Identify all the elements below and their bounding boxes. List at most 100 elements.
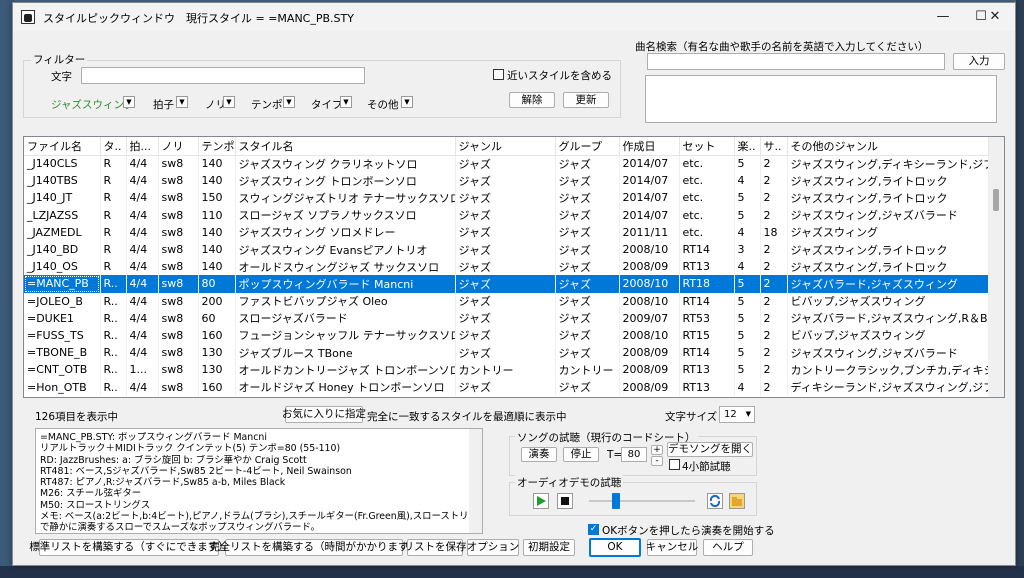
help-button[interactable]: ヘルプ — [703, 539, 753, 556]
open-demo-song-button[interactable]: デモソングを開く — [667, 442, 753, 457]
table-row[interactable]: =DUKE1 R.. 4/4 sw8 60 スロージャズバラード ジャズ ジャズ 2009/07… — [24, 309, 989, 327]
type-dropdown[interactable]: ▼ — [340, 96, 352, 108]
column-header[interactable]: ファイル名 — [24, 137, 101, 156]
genre-dropdown[interactable]: ▼ — [123, 96, 135, 108]
table-row[interactable]: _J140_JT R 4/4 sw8 150 スウィングジャズトリオ テナーサックスソロジ… — [24, 189, 989, 207]
build-standard-list-button[interactable]: 標準リストを構築する（すぐにできます） — [29, 539, 229, 556]
table-cell: 4/4 — [126, 309, 159, 327]
table-cell: ジャズスウィング,ライトロック — [787, 240, 989, 259]
table-scrollbar[interactable] — [989, 137, 1004, 397]
similar-style-checkbox[interactable] — [493, 69, 504, 80]
table-cell: カントリークラシック,ブンチカ,ディキシーラ... — [787, 361, 989, 379]
table-cell: RT13 — [679, 361, 735, 379]
table-row[interactable]: _J140CLS R 4/4 sw8 140 ジャズスウィング クラリネットソロ ジャズ ジャ… — [24, 155, 989, 173]
time-filter-label: 拍子 — [153, 99, 174, 111]
close-button[interactable]: ✕ — [975, 3, 1015, 31]
song-search-input[interactable] — [647, 53, 945, 70]
save-list-button[interactable]: リストを保存 — [404, 539, 467, 556]
defaults-button[interactable]: 初期設定 — [523, 539, 575, 556]
stop-song-button[interactable]: 停止 — [563, 447, 599, 462]
column-header[interactable]: ノリ — [158, 137, 199, 156]
table-row[interactable]: =MANC_PB R.. 4/4 sw8 80 ポップスウィングバラード Mancni ジャ… — [24, 275, 989, 293]
table-row[interactable]: =TBONE_B R.. 4/4 sw8 130 ジャズブルース TBone ジャズ ジャズ 2… — [24, 344, 989, 362]
table-cell: 4/4 — [126, 258, 159, 276]
table-cell: R — [100, 206, 127, 224]
ok-play-label: OKボタンを押したら演奏を開始する — [602, 525, 775, 537]
info-scrollbar[interactable] — [469, 429, 482, 533]
audio-progress-track[interactable] — [589, 500, 695, 502]
table-row[interactable]: _J140_BD R 4/4 sw8 140 ジャズスウィング Evansピアノトリオ ジャ… — [24, 240, 989, 259]
audio-progress-thumb[interactable] — [612, 493, 620, 509]
favorite-button[interactable]: お気に入りに指定 — [282, 406, 366, 423]
ok-play-checkbox[interactable]: ✓ — [588, 524, 599, 535]
table-row[interactable]: _LZJAZSS R 4/4 sw8 110 スロージャズ ソプラノサックスソロ ジャズ ジャ… — [24, 206, 989, 224]
table-cell: 18 — [760, 223, 788, 241]
column-header[interactable]: タ.. — [100, 137, 127, 156]
table-cell: 2014/07 — [619, 189, 680, 207]
options-button[interactable]: オプション — [467, 539, 519, 556]
table-row[interactable]: =Hon_OTB R.. 4/4 sw8 160 オールドジャズ Honey トロンボーン… — [24, 378, 989, 396]
column-header[interactable]: テンポ — [198, 137, 236, 156]
table-cell: ジャズ — [455, 223, 556, 241]
table-cell: ジャズ — [455, 258, 556, 276]
audio-play-button[interactable] — [533, 493, 549, 509]
table-row[interactable]: =FUSS_TS R.. 4/4 sw8 160 フュージョンシャッフル テナーサックスソ… — [24, 326, 989, 345]
table-cell: ディキシーランド,ジャズスウィング,ジプシ... — [787, 378, 989, 396]
ok-button[interactable]: OK — [589, 538, 641, 557]
table-cell: 2 — [760, 378, 788, 396]
table-cell: RT13 — [679, 258, 735, 276]
scrollbar-thumb[interactable] — [993, 189, 999, 211]
column-header[interactable]: ジャンル — [455, 137, 556, 156]
table-cell: _LZJAZSS — [24, 206, 101, 224]
font-size-select[interactable]: 12 ▼ — [719, 406, 755, 423]
audio-folder-button[interactable] — [729, 493, 745, 509]
table-row[interactable]: _J140_OS R 4/4 sw8 140 オールドスウィングジャズ サックスソロ ジャズ… — [24, 258, 989, 276]
tempo-input[interactable]: 80 — [621, 447, 647, 462]
table-row[interactable]: =CNT_OTB R.. 1... sw8 130 オールドカントリージャズ トロンボーン… — [24, 361, 989, 379]
column-header[interactable]: セット — [679, 137, 735, 156]
column-header[interactable]: スタイル名 — [235, 137, 456, 156]
audio-loop-button[interactable] — [707, 493, 723, 509]
table-cell: sw8 — [158, 378, 199, 396]
table-cell: RT18 — [679, 275, 735, 293]
style-list-table[interactable]: ファイル名 タ.. 拍... ノリ テンポ スタイル名 ジャンル グループ 作成日 セット 楽.. サ… — [23, 136, 1005, 398]
play-song-button[interactable]: 演奏 — [521, 447, 557, 462]
minimize-button[interactable]: — — [921, 3, 965, 31]
tempo-dropdown[interactable]: ▼ — [283, 96, 295, 108]
column-header[interactable]: その他のジャンル — [787, 137, 989, 156]
table-cell: 2014/07 — [619, 206, 680, 224]
column-header[interactable]: グループ — [555, 137, 620, 156]
table-cell: _JAZMEDL — [24, 223, 101, 241]
table-cell: 5 — [734, 155, 761, 173]
song-search-results[interactable] — [645, 75, 997, 123]
four-bar-checkbox[interactable] — [669, 459, 680, 470]
tempo-plus-button[interactable]: + — [651, 445, 663, 455]
song-search-enter-button[interactable]: 入力 — [953, 53, 1005, 70]
column-header[interactable]: 楽.. — [734, 137, 761, 156]
build-full-list-button[interactable]: 完全リストを構築する（時間がかかります） — [209, 539, 419, 556]
clear-filter-button[interactable]: 解除 — [509, 92, 555, 108]
audio-stop-button[interactable] — [557, 493, 573, 509]
table-row[interactable]: =JOLEO_B R.. 4/4 sw8 200 ファストビバップジャズ Oleo ジャズジ… — [24, 292, 989, 310]
column-header[interactable]: 拍... — [126, 137, 159, 156]
other-dropdown[interactable]: ▼ — [401, 96, 413, 108]
table-row[interactable]: _J140TBS R 4/4 sw8 140 ジャズスウィング トロンボーンソロ ジャズ ジャ… — [24, 172, 989, 190]
table-cell: 2014/07 — [619, 155, 680, 173]
refresh-button[interactable]: 更新 — [563, 92, 609, 108]
tempo-minus-button[interactable]: - — [651, 456, 663, 466]
chevron-down-icon: ▼ — [404, 98, 410, 106]
table-row[interactable]: _JAZMEDL R 4/4 sw8 140 ジャズスウィング ソロメドレー ジャズ ジャズ 2… — [24, 223, 989, 241]
table-cell: R — [100, 189, 127, 207]
font-size-value: 12 — [724, 409, 737, 420]
table-cell: R — [100, 258, 127, 276]
column-header[interactable]: サ.. — [760, 137, 788, 156]
table-cell: 2008/09 — [619, 378, 680, 396]
title-bar[interactable]: スタイルピックウィンドウ 現行スタイル = =MANC_PB.STY — ☐ — [13, 3, 1015, 31]
feel-dropdown[interactable]: ▼ — [223, 96, 235, 108]
filter-text-input[interactable] — [81, 67, 365, 84]
column-header[interactable]: 作成日 — [619, 137, 680, 156]
time-dropdown[interactable]: ▼ — [176, 96, 188, 108]
style-info-text[interactable]: =MANC_PB.STY: ポップスウィングバラード Mancni リアルトラック… — [35, 428, 483, 534]
stop-icon — [561, 497, 569, 505]
cancel-button[interactable]: キャンセル — [646, 539, 698, 556]
